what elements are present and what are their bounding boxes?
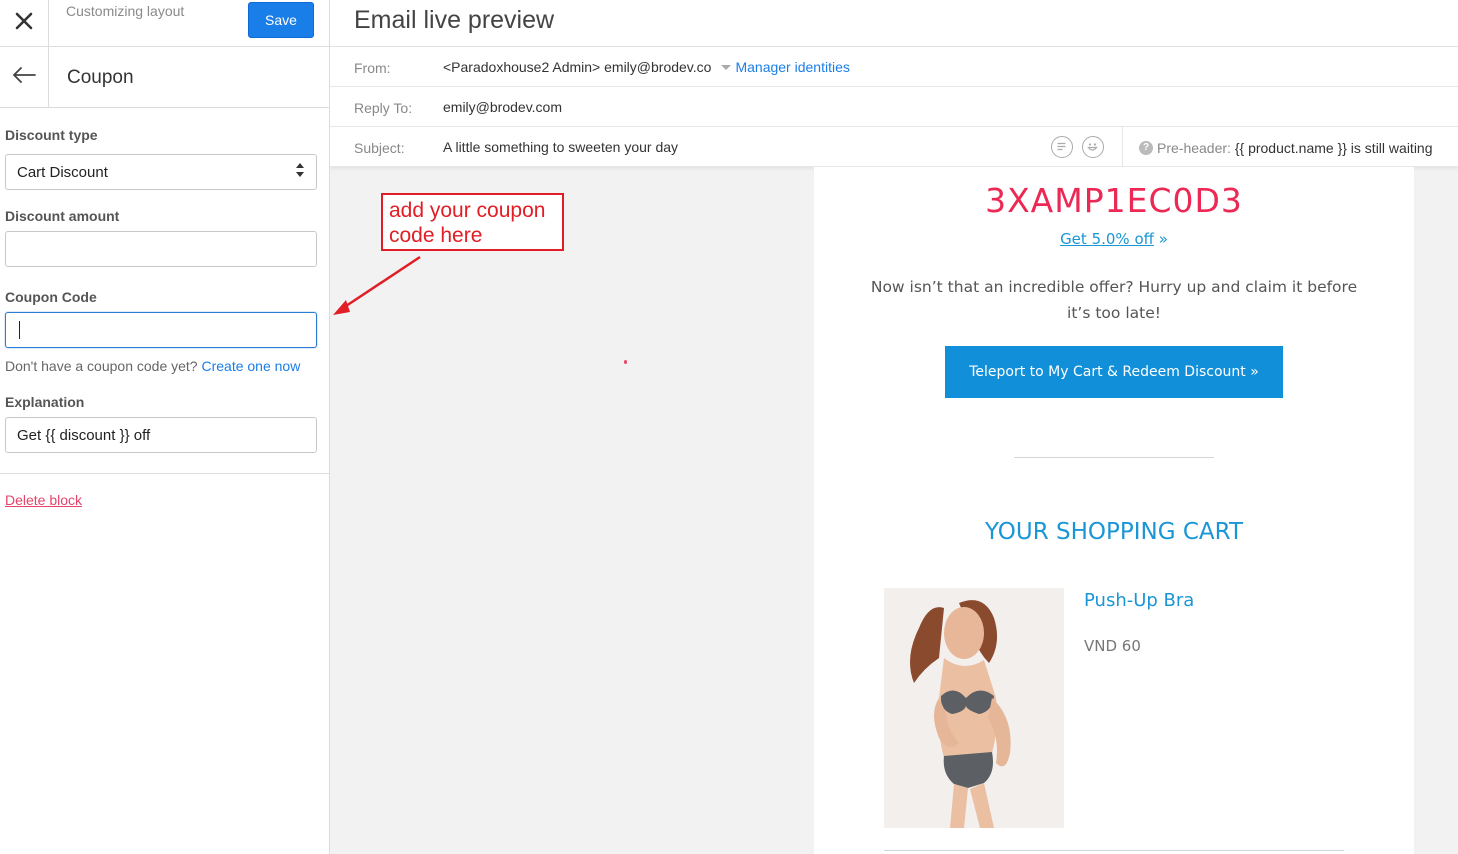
preheader-label: Pre-header: [1157, 140, 1231, 156]
offer-text: Now isn’t that an incredible offer? Hurr… [870, 278, 1358, 322]
preheader-field[interactable]: ? Pre-header: {{ product.name }} is stil… [1122, 127, 1458, 167]
stray-mark [624, 360, 627, 364]
discount-amount-label: Discount amount [5, 208, 120, 224]
sidebar-topbar: Customizing layout Save [0, 0, 329, 47]
arrow-left-icon [12, 66, 36, 88]
subject-row: Subject: A little something to sweeten y… [330, 127, 1458, 167]
subject-value[interactable]: A little something to sweeten your day [443, 139, 678, 155]
coupon-code-input[interactable] [5, 312, 317, 348]
discount-amount-input[interactable] [5, 231, 317, 267]
dropdown-triangle-icon[interactable] [721, 64, 732, 70]
product-name-link[interactable]: Push-Up Bra [1084, 590, 1194, 611]
back-button[interactable] [0, 47, 49, 107]
preview-title-bar: Email live preview [330, 0, 1458, 47]
preheader-text: Pre-header: {{ product.name }} is still … [1157, 140, 1433, 156]
reply-to-row: Reply To: emily@brodev.com [330, 87, 1458, 127]
from-row: From: <Paradoxhouse2 Admin> emily@brodev… [330, 47, 1458, 87]
help-icon: ? [1139, 141, 1153, 155]
discount-type-label: Discount type [5, 127, 98, 143]
reply-to-label: Reply To: [354, 100, 413, 116]
explanation-input[interactable] [5, 417, 317, 453]
discount-line: Get 5.0% off » [814, 230, 1414, 248]
emoji-icon[interactable] [1082, 136, 1104, 158]
product-divider [884, 850, 1344, 851]
from-value: <Paradoxhouse2 Admin> emily@brodev.co Man… [443, 59, 850, 75]
coupon-code-label: Coupon Code [5, 289, 97, 305]
get-discount-link[interactable]: Get 5.0% off [1060, 230, 1154, 248]
select-arrows-icon [295, 162, 305, 182]
preview-title: Email live preview [354, 6, 555, 34]
preheader-value: {{ product.name }} is still waiting [1234, 140, 1433, 156]
subject-label: Subject: [354, 140, 405, 156]
explanation-label: Explanation [5, 394, 85, 410]
create-coupon-link[interactable]: Create one now [201, 358, 300, 374]
coupon-help-text: Don't have a coupon code yet? Create one… [5, 358, 300, 374]
get-discount-arrow: » [1158, 230, 1168, 248]
reply-to-value: emily@brodev.com [443, 99, 562, 115]
topbar-title: Customizing layout [66, 3, 185, 19]
email-preview-panel: Email live preview From: <Paradoxhouse2 … [330, 0, 1458, 854]
coupon-code-display: 3XAMP1EC0D3 [985, 181, 1243, 220]
annotation-text: add your coupon code here [389, 199, 546, 247]
section-header: Coupon [0, 47, 329, 108]
save-button[interactable]: Save [248, 2, 314, 38]
manage-identities-link[interactable]: Manager identities [735, 59, 849, 75]
annotation-callout: add your coupon code here [381, 193, 564, 251]
email-body: 3XAMP1EC0D3 Get 5.0% off » Now isn’t tha… [814, 167, 1414, 854]
section-title: Coupon [67, 67, 134, 88]
merge-tags-icon[interactable] [1051, 136, 1073, 158]
discount-type-select[interactable]: Cart Discount [5, 154, 317, 190]
from-address[interactable]: <Paradoxhouse2 Admin> emily@brodev.co [443, 59, 711, 75]
redeem-discount-button[interactable]: Teleport to My Cart & Redeem Discount » [945, 346, 1283, 398]
delete-block-link[interactable]: Delete block [5, 492, 82, 508]
email-divider [1014, 457, 1214, 458]
product-image [884, 588, 1064, 828]
customizer-sidebar: Customizing layout Save Coupon Discount … [0, 0, 330, 854]
discount-type-value: Cart Discount [17, 163, 108, 181]
product-price: VND 60 [1084, 637, 1141, 655]
divider [0, 473, 329, 474]
from-label: From: [354, 60, 391, 76]
close-button[interactable] [0, 0, 49, 46]
text-cursor [19, 321, 20, 339]
cart-title: YOUR SHOPPING CART [984, 519, 1244, 545]
coupon-help-label: Don't have a coupon code yet? [5, 358, 198, 374]
close-icon [15, 12, 33, 35]
